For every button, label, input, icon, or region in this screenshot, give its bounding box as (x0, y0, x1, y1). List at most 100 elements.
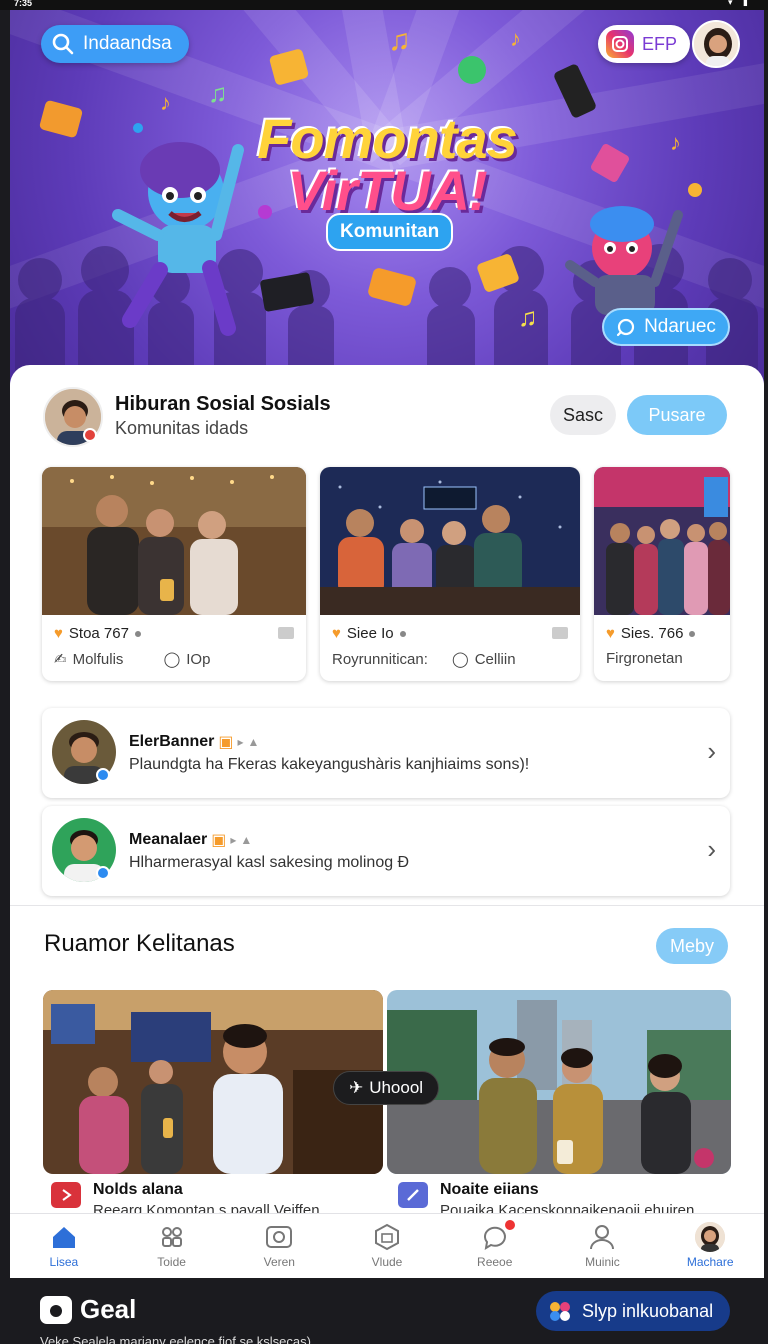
nav-label: Muinic (585, 1255, 620, 1269)
hero-cta-label: Ndaruec (644, 316, 716, 337)
event-card[interactable]: ♥ Siee Io Royrunnitican: ◯ Celliin (320, 467, 580, 681)
sender-name: Meanalaer (129, 831, 208, 848)
scribble-icon: ✍ (54, 651, 67, 668)
nav-item-person[interactable]: Muinic (549, 1214, 657, 1278)
heart-icon: ♥ (606, 625, 615, 642)
heart-icon: ♥ (54, 625, 63, 642)
badge-label: EFP (642, 33, 678, 54)
status-bar: 7:35 ▾ ▮ (0, 0, 768, 10)
status-time: 7:35 (14, 0, 33, 8)
image-icon: ▲ (247, 735, 260, 749)
chevron-right-icon[interactable]: › (707, 736, 716, 767)
svg-text:♪: ♪ (510, 26, 521, 51)
person-icon (590, 1225, 615, 1250)
event-card[interactable]: ♥ Stoa 767 ✍ Molfulis ◯ IOp (42, 467, 306, 681)
hero-subtitle-badge: Komunitan (326, 213, 454, 251)
dot-icon (134, 630, 141, 637)
message-preview: Plaundgta ha Fkeras kakeyangushàris kanj… (129, 756, 530, 773)
message-sender: Meanalaer ▣ ▸ ▲ (129, 830, 252, 850)
chevron-right-icon[interactable]: › (707, 834, 716, 865)
chip-label: Uhoool (369, 1078, 424, 1097)
nav-label: Machare (686, 1255, 734, 1269)
event-card[interactable]: ♥ Sies. 766 Firgronetan (594, 467, 730, 681)
search-icon (52, 33, 74, 55)
instagram-badge-button[interactable]: EFP (598, 25, 690, 63)
image-icon (278, 627, 294, 639)
nav-label: Veren (263, 1255, 295, 1269)
search-pill[interactable]: Indaandsa (41, 25, 189, 63)
emoji-icon: ▣ (211, 832, 227, 849)
card-meta-left: Royrunnitican: (332, 650, 428, 668)
primary-button[interactable]: Pusare (627, 395, 727, 435)
image-icon (552, 627, 568, 639)
card-meta-right: Celliin (474, 650, 516, 668)
image-icon: ▲ (240, 833, 253, 847)
bottom-navigation: Lisea Toide Veren Vlude Reeoe Muinic Mac… (10, 1213, 764, 1278)
community-name: Hiburan Sosial Sosials (115, 393, 331, 415)
bottom-action-label: Slyp inlkuobanal (582, 1300, 714, 1321)
nav-item-grid[interactable]: Toide (118, 1214, 226, 1278)
nav-label: Vlude (371, 1255, 403, 1269)
hero-cta-button[interactable]: Ndaruec (602, 308, 730, 346)
bottom-footer-text: Veke Sealela mariany eelence fiof se ksl… (40, 1334, 311, 1344)
chevron-right-icon: ▸ (237, 735, 244, 749)
pin-chip[interactable]: ✈ Uhoool (333, 1071, 439, 1105)
message-preview: Hlharmerasyal kasl sakesing molinog Ɖ (129, 854, 410, 871)
cube-icon (375, 1223, 400, 1251)
card-meta-row: ✍ Molfulis ◯ IOp (54, 650, 211, 669)
comment-icon[interactable]: ◯ (163, 650, 180, 668)
dot-icon (399, 630, 406, 637)
card-photo (42, 467, 306, 615)
nav-item-video[interactable]: Veren (225, 1214, 333, 1278)
heart-icon: ♥ (332, 625, 341, 642)
app-window: ♫ ♪ ♫ ♪ ♫ ♪ Indaandsa EFP Fomontas VirTU… (10, 10, 764, 1278)
card-title: Stoa 767 (68, 625, 129, 642)
online-indicator (96, 768, 110, 782)
card-meta-row: Firgronetan (606, 650, 683, 667)
card-title: Sies. 766 (620, 625, 684, 642)
pin-icon: ✈ (348, 1078, 364, 1097)
content-sheet: Hiburan Sosial Sosials Komunitas idads S… (10, 365, 764, 905)
card-photo (594, 467, 730, 615)
svg-text:♫: ♫ (388, 24, 411, 57)
search-label: Indaandsa (83, 33, 172, 54)
message-row[interactable]: Meanalaer ▣ ▸ ▲ Hlharmerasyal kasl sakes… (42, 806, 730, 896)
event-cards: ♥ Stoa 767 ✍ Molfulis ◯ IOp ♥ Siee Io Ro… (42, 467, 732, 681)
notification-badge (504, 1220, 515, 1230)
nav-label: Toide (157, 1255, 186, 1269)
feed-image[interactable] (387, 990, 731, 1174)
profile-avatar (695, 1222, 726, 1252)
edit-icon (398, 1182, 428, 1208)
card-meta-row: Royrunnitican: ◯ Celliin (332, 650, 516, 669)
dot-icon (689, 630, 696, 637)
status-icons: ▾ ▮ (728, 0, 752, 7)
message-sender: ElerBanner ▣ ▸ ▲ (129, 732, 259, 752)
comment-icon[interactable]: ◯ (452, 650, 469, 668)
svg-text:♫: ♫ (208, 78, 228, 108)
bottom-title: Geal (80, 1294, 137, 1324)
community-subtitle: Komunitas idads (115, 418, 249, 438)
instagram-icon (606, 30, 634, 58)
nav-item-chat[interactable]: Reeoe (441, 1214, 549, 1278)
nav-item-cube[interactable]: Vlude (333, 1214, 441, 1278)
user-avatar[interactable] (692, 20, 740, 68)
card-meta-left: Molfulis (72, 650, 124, 668)
section-action-button[interactable]: Meby (656, 928, 728, 964)
chevron-right-icon: ▸ (230, 833, 237, 847)
secondary-button[interactable]: Sasc (550, 395, 616, 435)
feed-image[interactable] (43, 990, 383, 1174)
card-title: Siee Io (346, 625, 394, 642)
video-icon (266, 1226, 293, 1248)
nav-item-home[interactable]: Lisea (10, 1214, 118, 1278)
grid-icon (161, 1227, 182, 1247)
bottom-action-button[interactable]: Slyp inlkuobanal (536, 1291, 730, 1331)
emoji-icon: ▣ (218, 734, 234, 751)
section-title: Ruamor Kelitanas (44, 930, 235, 957)
online-indicator (96, 866, 110, 880)
nav-item-profile[interactable]: Machare (656, 1214, 764, 1278)
card-meta-right: IOp (186, 650, 211, 668)
nav-label: Reeoe (477, 1255, 513, 1269)
message-row[interactable]: ElerBanner ▣ ▸ ▲ Plaundgta ha Fkeras kak… (42, 708, 730, 798)
sender-name: ElerBanner (129, 733, 215, 750)
svg-text:♫: ♫ (518, 302, 538, 332)
